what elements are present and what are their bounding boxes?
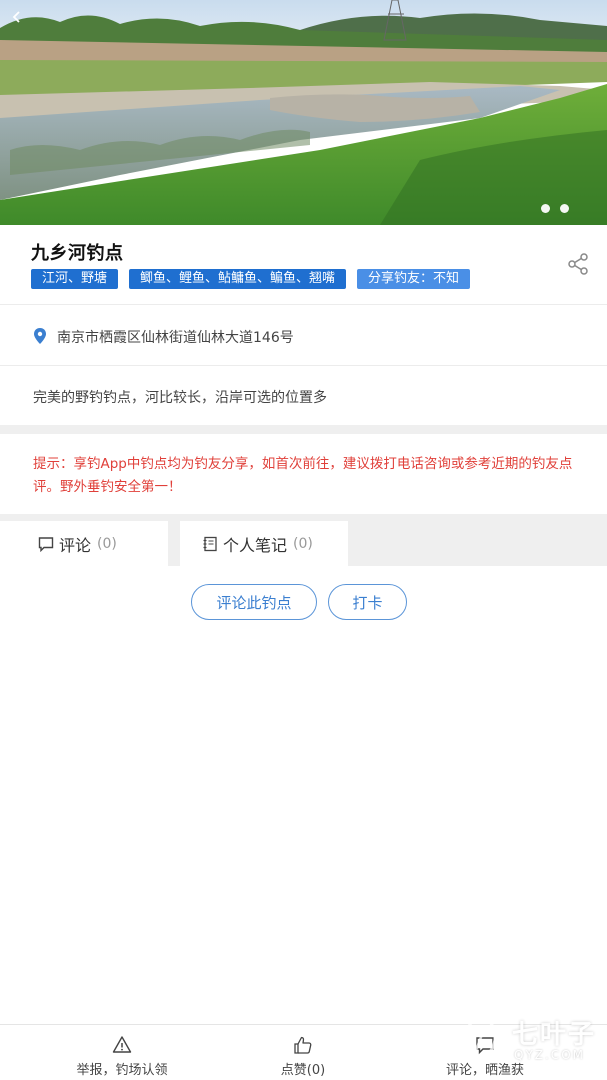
tab-comments-label: 评论 (59, 535, 92, 555)
spot-description: 完美的野钓钓点，河比较长，沿岸可选的位置多 (33, 390, 327, 406)
water-type-tag: 江河、野塘 (31, 269, 119, 289)
spot-photo-carousel[interactable] (0, 0, 607, 225)
section-divider (0, 425, 607, 434)
site-watermark: 七叶子 QYZ.COM (452, 1006, 600, 1076)
notebook-icon (203, 536, 217, 551)
spot-tags: 江河、野塘 鲫鱼、鲤鱼、鲇鳙鱼、鳊鱼、翘嘴 分享钓友：不知 (31, 269, 471, 289)
tab-comments-count: (0) (97, 535, 117, 552)
like-button[interactable]: 点赞(0) (272, 1035, 334, 1078)
address-row[interactable]: 南京市栖霞区仙林街道仙林大道146号 (0, 306, 607, 366)
comment-actions: 评论此钓点 打卡 (0, 584, 607, 620)
carousel-dot[interactable] (560, 204, 569, 213)
spot-header: 九乡河钓点 江河、野塘 鲫鱼、鲤鱼、鲇鳙鱼、鳊鱼、翘嘴 分享钓友：不知 (0, 225, 607, 305)
carousel-indicator (541, 204, 569, 213)
report-button[interactable]: 举报，钓场认领 (74, 1035, 170, 1078)
river-photo (0, 0, 607, 225)
comment-icon (38, 536, 54, 552)
safety-notice-text: 提示：享钓App中钓点均为钓友分享，如首次前往，建议拨打电话咨询或参考近期的钓友… (33, 456, 573, 495)
tab-notes-label: 个人笔记 (223, 535, 288, 555)
share-icon[interactable] (567, 253, 589, 275)
address-text: 南京市栖霞区仙林街道仙林大道146号 (57, 330, 294, 346)
chevron-left-icon (12, 11, 20, 23)
shared-by-tag: 分享钓友：不知 (357, 269, 471, 289)
like-label: 点赞(0) (280, 1063, 326, 1078)
tab-comments[interactable]: 评论 (0) (0, 521, 168, 566)
warning-icon (112, 1036, 132, 1053)
tab-notes-count: (0) (293, 535, 313, 552)
comment-spot-button[interactable]: 评论此钓点 (191, 584, 317, 620)
leaf-logo-icon (463, 1012, 497, 1064)
safety-notice: 提示：享钓App中钓点均为钓友分享，如首次前往，建议拨打电话咨询或参考近期的钓友… (0, 434, 607, 514)
tab-bar: 评论 (0) 个人笔记 (0) (0, 514, 607, 566)
fish-species-tag: 鲫鱼、鲤鱼、鲇鳙鱼、鳊鱼、翘嘴 (129, 269, 347, 289)
thumbs-up-icon (294, 1036, 312, 1054)
watermark-text: 七叶子 (512, 1020, 597, 1050)
carousel-dot[interactable] (541, 204, 550, 213)
tab-notes[interactable]: 个人笔记 (0) (180, 521, 348, 566)
page-title: 九乡河钓点 (31, 243, 124, 264)
report-label: 举报，钓场认领 (76, 1063, 168, 1078)
location-pin-icon (34, 328, 46, 344)
description-row: 完美的野钓钓点，河比较长，沿岸可选的位置多 (0, 367, 607, 425)
back-button[interactable] (6, 6, 28, 28)
checkin-button[interactable]: 打卡 (328, 584, 407, 620)
watermark-subtext: QYZ.COM (514, 1048, 585, 1062)
